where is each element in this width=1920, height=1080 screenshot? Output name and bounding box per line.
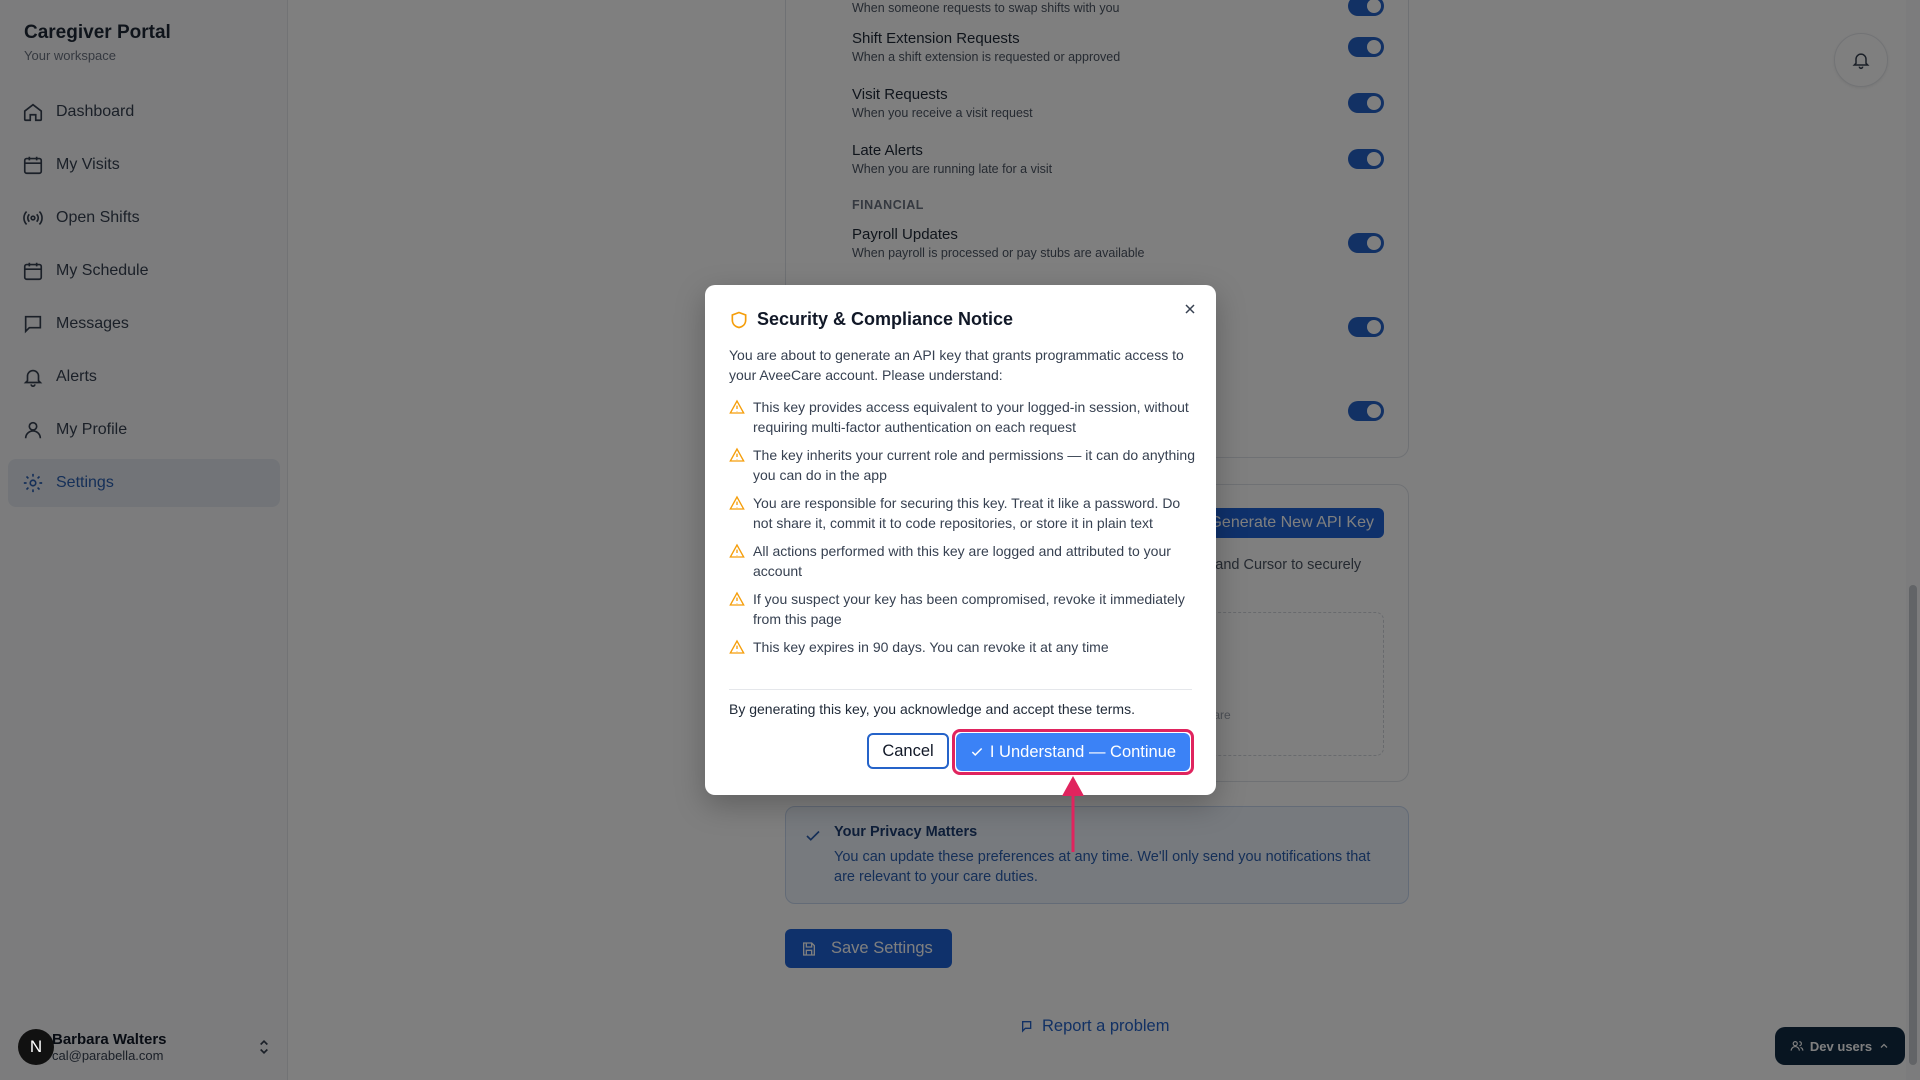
warning-list: This key provides access equivalent to y…: [729, 397, 1199, 665]
acknowledgement-text: By generating this key, you acknowledge …: [729, 701, 1135, 717]
warning-text: This key provides access equivalent to y…: [753, 399, 1189, 435]
cancel-button[interactable]: Cancel: [867, 733, 949, 769]
list-item: You are responsible for securing this ke…: [729, 493, 1199, 533]
warning-icon: [729, 591, 745, 606]
pointer-arrow-annotation: [1062, 776, 1084, 852]
check-icon: [971, 747, 983, 756]
warning-text: You are responsible for securing this ke…: [753, 495, 1181, 531]
list-item: If you suspect your key has been comprom…: [729, 589, 1199, 629]
warning-icon: [729, 447, 745, 462]
list-item: This key provides access equivalent to y…: [729, 397, 1199, 437]
warning-text: The key inherits your current role and p…: [753, 447, 1195, 483]
warning-text: All actions performed with this key are …: [753, 543, 1171, 579]
list-item: This key expires in 90 days. You can rev…: [729, 637, 1199, 657]
warning-text: This key expires in 90 days. You can rev…: [753, 639, 1109, 655]
modal-title: Security & Compliance Notice: [757, 309, 1014, 329]
divider: [729, 689, 1192, 690]
continue-button[interactable]: I Understand — Continue: [956, 733, 1190, 771]
modal-intro: You are about to generate an API key tha…: [729, 347, 1184, 383]
shield-icon: [731, 311, 747, 328]
continue-label: I Understand — Continue: [989, 742, 1177, 761]
warning-icon: [729, 399, 745, 414]
close-icon[interactable]: [1182, 301, 1198, 317]
warning-icon: [729, 495, 745, 510]
warning-icon: [729, 543, 745, 558]
avatar: N: [18, 1029, 54, 1065]
list-item: The key inherits your current role and p…: [729, 445, 1199, 485]
warning-icon: [729, 639, 745, 654]
modal-header: Security & Compliance Notice: [729, 309, 1013, 330]
warning-text: If you suspect your key has been comprom…: [753, 591, 1185, 627]
list-item: All actions performed with this key are …: [729, 541, 1199, 581]
security-compliance-modal: Security & Compliance Notice You are abo…: [705, 285, 1216, 795]
